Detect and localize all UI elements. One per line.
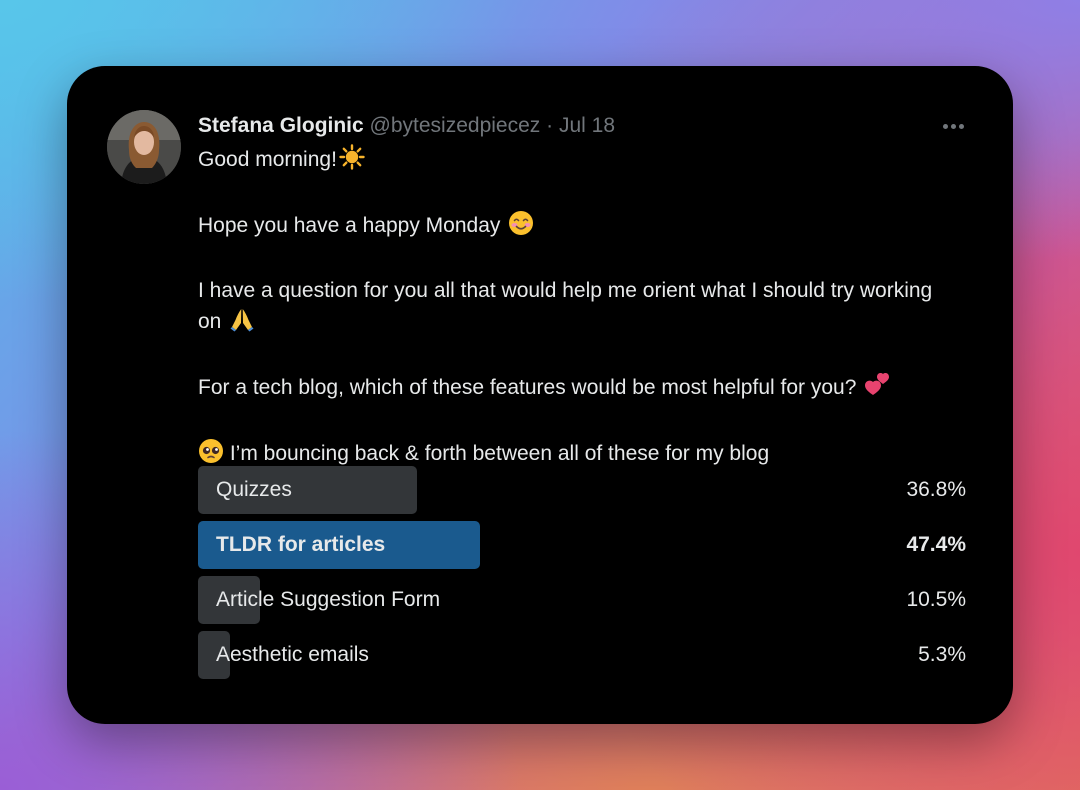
sun-icon	[339, 144, 365, 179]
tweet-text: Good morning! Hope you have a happy Mond…	[198, 144, 958, 473]
paragraph-text: For a tech blog, which of these features…	[198, 376, 863, 399]
profile-photo	[107, 110, 181, 184]
poll-option-percent: 47.4%	[906, 533, 966, 556]
two-hearts-icon	[864, 372, 892, 407]
folded-hands-icon	[229, 306, 255, 341]
gradient-backdrop: Stefana Gloginic @bytesizedpiecez · Jul …	[0, 0, 1080, 790]
poll-option-label: Article Suggestion Form	[216, 588, 441, 611]
poll-option-percent: 5.3%	[918, 643, 966, 666]
more-horizontal-icon	[958, 123, 964, 129]
paragraph-text: I’m bouncing back & forth between all of…	[224, 442, 770, 465]
poll-option[interactable]: Aesthetic emails 5.3%	[198, 631, 966, 679]
tweet-paragraph: I have a question for you all that would…	[198, 276, 958, 341]
tweet-paragraph: Hope you have a happy Monday	[198, 210, 958, 245]
more-horizontal-icon	[950, 123, 956, 129]
poll-option-label: Quizzes	[216, 478, 292, 501]
author-name[interactable]: Stefana Gloginic	[198, 114, 364, 137]
avatar[interactable]	[107, 110, 181, 184]
tweet-date[interactable]: Jul 18	[559, 114, 615, 137]
tweet-header: Stefana Gloginic @bytesizedpiecez · Jul …	[198, 112, 615, 140]
paragraph-text: Good morning!	[198, 148, 337, 171]
poll-option[interactable]: Quizzes 36.8%	[198, 466, 966, 514]
poll: Quizzes 36.8% TLDR for articles 47.4% Ar…	[198, 466, 966, 686]
poll-option-label: TLDR for articles	[216, 533, 386, 556]
poll-option-percent: 36.8%	[906, 478, 966, 501]
tweet-card[interactable]: Stefana Gloginic @bytesizedpiecez · Jul …	[67, 66, 1013, 724]
more-horizontal-icon	[942, 123, 948, 129]
smiling-face-icon	[508, 210, 534, 245]
poll-option[interactable]: Article Suggestion Form 10.5%	[198, 576, 966, 624]
poll-option-percent: 10.5%	[906, 588, 966, 611]
more-options-button[interactable]	[939, 114, 967, 138]
tweet-paragraph: For a tech blog, which of these features…	[198, 372, 958, 407]
header-separator: ·	[546, 114, 554, 137]
tweet-paragraph: Good morning!	[198, 144, 958, 179]
author-handle[interactable]: @bytesizedpiecez	[370, 114, 541, 137]
poll-option[interactable]: TLDR for articles 47.4%	[198, 521, 966, 569]
paragraph-text: I have a question for you all that would…	[198, 279, 933, 333]
paragraph-text: Hope you have a happy Monday	[198, 214, 507, 237]
poll-option-label: Aesthetic emails	[216, 643, 369, 666]
